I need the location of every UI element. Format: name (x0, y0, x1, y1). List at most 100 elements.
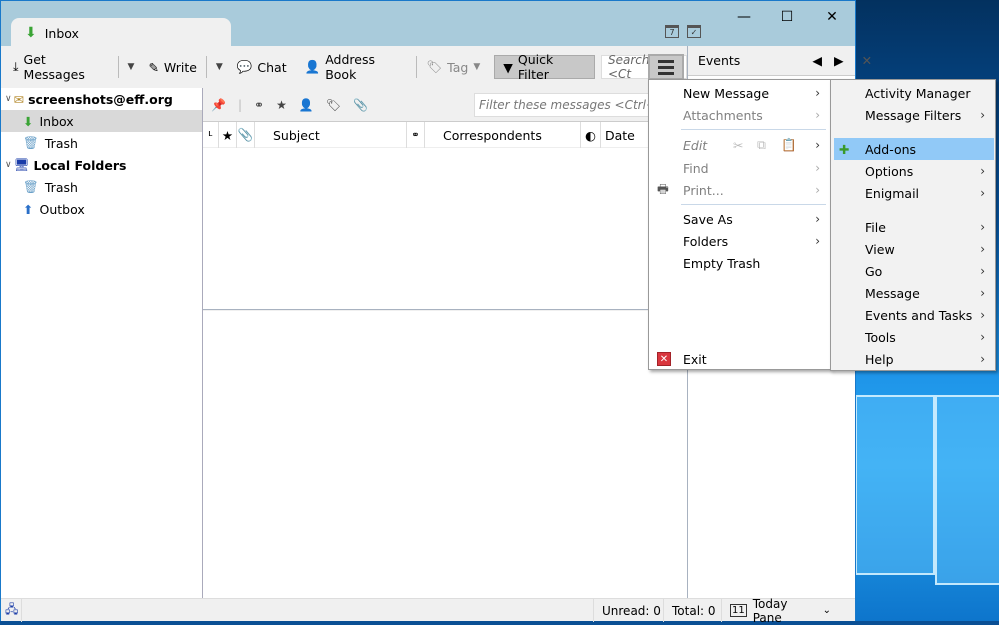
write-dropdown[interactable]: ▼ (212, 62, 227, 72)
menu-label: Help (865, 351, 894, 367)
folder-label: Trash (44, 135, 78, 151)
menu-item-new-message[interactable]: New Message › (649, 82, 830, 104)
close-today-pane-icon[interactable]: ✕ (862, 53, 872, 68)
tag-filter-icon[interactable]: 🏷 (326, 98, 341, 112)
menu-label: Edit (683, 137, 708, 153)
next-day-icon[interactable]: ▶ (834, 53, 844, 68)
tasks-icon[interactable]: ✓ (687, 25, 701, 38)
pencil-icon: ✎ (148, 59, 159, 75)
chat-button[interactable]: 💬 Chat (233, 55, 291, 79)
menu-item-help[interactable]: Help › (831, 348, 995, 370)
starred-filter-icon[interactable]: ★ (276, 98, 287, 112)
star-column-icon[interactable]: ★ (219, 122, 237, 148)
menu-label: Exit (683, 351, 707, 367)
account-item[interactable]: ∨ ✉ screenshots@eff.org (1, 88, 202, 110)
calendar-icon[interactable]: 7 (665, 25, 679, 38)
column-label: Date (605, 127, 635, 143)
write-button[interactable]: ✎ Write (144, 55, 201, 79)
wallpaper-pane (855, 395, 935, 575)
submenu-arrow-icon: › (815, 183, 820, 197)
menu-label: File (865, 219, 886, 235)
minimize-button[interactable]: — (729, 7, 759, 27)
folder-item-inbox[interactable]: ⬇ Inbox (1, 110, 202, 132)
expand-chevron-icon[interactable]: ∨ (5, 160, 12, 170)
quick-filter-button[interactable]: ▼ Quick Filter (494, 52, 595, 82)
total-count: Total: 0 (663, 599, 724, 622)
menu-item-attachments[interactable]: Attachments › (649, 104, 830, 126)
menu-item-file[interactable]: File › (831, 216, 995, 238)
menu-item-empty-trash[interactable]: Empty Trash (649, 252, 830, 274)
read-column-icon[interactable]: ⚭ (407, 122, 425, 148)
folder-label: Outbox (39, 201, 85, 217)
menu-item-enigmail[interactable]: Enigmail › (831, 182, 995, 204)
menu-item-folders[interactable]: Folders › (649, 230, 830, 252)
unread-filter-icon[interactable]: ⚭ (254, 98, 264, 112)
menu-item-tools[interactable]: Tools › (831, 326, 995, 348)
submenu-arrow-icon: › (815, 212, 820, 226)
subject-column[interactable]: Subject (255, 122, 407, 148)
menu-item-save-as[interactable]: Save As › (649, 208, 830, 230)
menu-item-find[interactable]: Find › (649, 157, 830, 179)
chevron-down-icon: ⌄ (822, 605, 831, 616)
attachment-column-icon[interactable]: 📎 (237, 122, 255, 148)
contact-filter-icon[interactable]: 👤 (299, 98, 314, 112)
main-toolbar: ⤓ Get Messages ▼ ✎ Write ▼ 💬 Chat 👤 Addr… (1, 46, 687, 88)
previous-day-icon[interactable]: ◀ (812, 53, 822, 68)
menu-item-edit[interactable]: Edit ✂ ⧉ 📋 › (649, 134, 830, 156)
junk-column-icon[interactable]: ◐ (581, 122, 601, 148)
puzzle-icon: ✚ (839, 141, 850, 157)
correspondents-column[interactable]: Correspondents (425, 122, 581, 148)
folder-item-trash[interactable]: 🗑 Trash (1, 132, 202, 154)
copy-icon[interactable]: ⧉ (757, 137, 766, 153)
account-item[interactable]: ∨ 🖥 Local Folders (1, 154, 202, 176)
close-button[interactable]: ✕ (817, 7, 847, 27)
menu-label: Folders (683, 233, 729, 249)
tab-inbox[interactable]: ⬇ Inbox (11, 18, 231, 48)
menu-item-print[interactable]: 🖶 Print... › (649, 179, 830, 201)
menu-item-add-ons[interactable]: ✚ Add-ons (834, 138, 994, 160)
menu-item-options[interactable]: Options › (831, 160, 995, 182)
submenu-arrow-icon: › (980, 352, 985, 366)
folder-item-outbox[interactable]: ⬆ Outbox (1, 198, 202, 220)
get-messages-dropdown[interactable]: ▼ (124, 62, 139, 72)
expand-chevron-icon[interactable]: ∨ (5, 94, 12, 104)
menu-item-message[interactable]: Message › (831, 282, 995, 304)
menu-label: Options (865, 163, 914, 179)
tab-title: Inbox (44, 25, 79, 41)
unread-count: Unread: 0 (593, 599, 669, 622)
column-label: Subject (273, 127, 320, 143)
maximize-button[interactable]: ☐ (772, 7, 802, 27)
write-label: Write (163, 59, 197, 75)
tag-button[interactable]: 🏷 Tag ▼ (422, 55, 484, 79)
submenu-arrow-icon: › (980, 108, 985, 122)
paste-icon[interactable]: 📋 (781, 137, 797, 153)
get-messages-button[interactable]: ⤓ Get Messages (9, 52, 113, 82)
menu-label: Add-ons (865, 141, 917, 157)
attachment-filter-icon[interactable]: 📎 (353, 98, 368, 112)
folder-label: Trash (44, 179, 78, 195)
menu-item-activity-manager[interactable]: Activity Manager (831, 82, 995, 104)
folder-item-trash[interactable]: 🗑 Trash (1, 176, 202, 198)
today-pane-toggle[interactable]: 11 Today Pane ⌄ (721, 597, 839, 625)
submenu-arrow-icon: › (980, 220, 985, 234)
chevron-down-icon: ▼ (473, 62, 481, 72)
menu-item-view[interactable]: View › (831, 238, 995, 260)
menu-item-exit[interactable]: ✕ Exit (649, 348, 830, 370)
menu-item-go[interactable]: Go › (831, 260, 995, 282)
address-book-button[interactable]: 👤 Address Book (301, 52, 412, 82)
online-status-icon[interactable]: 🖧 (1, 599, 26, 622)
thread-list[interactable] (203, 148, 687, 310)
wallpaper-pane (935, 395, 999, 585)
cut-icon[interactable]: ✂ (733, 138, 743, 153)
chat-bubble-icon: 💬 (236, 59, 253, 74)
app-menu-button[interactable] (648, 54, 684, 80)
chat-label: Chat (257, 59, 287, 75)
menu-label: Save As (683, 211, 733, 227)
pin-icon[interactable]: 📌 (211, 98, 226, 112)
menu-label: Activity Manager (865, 85, 971, 101)
thread-column-icon[interactable]: ᒻ (203, 122, 219, 148)
menu-item-message-filters[interactable]: Message Filters › (831, 104, 995, 126)
submenu-arrow-icon: › (815, 108, 820, 122)
menu-item-events-and-tasks[interactable]: Events and Tasks › (831, 304, 995, 326)
submenu-arrow-icon: › (815, 234, 820, 248)
